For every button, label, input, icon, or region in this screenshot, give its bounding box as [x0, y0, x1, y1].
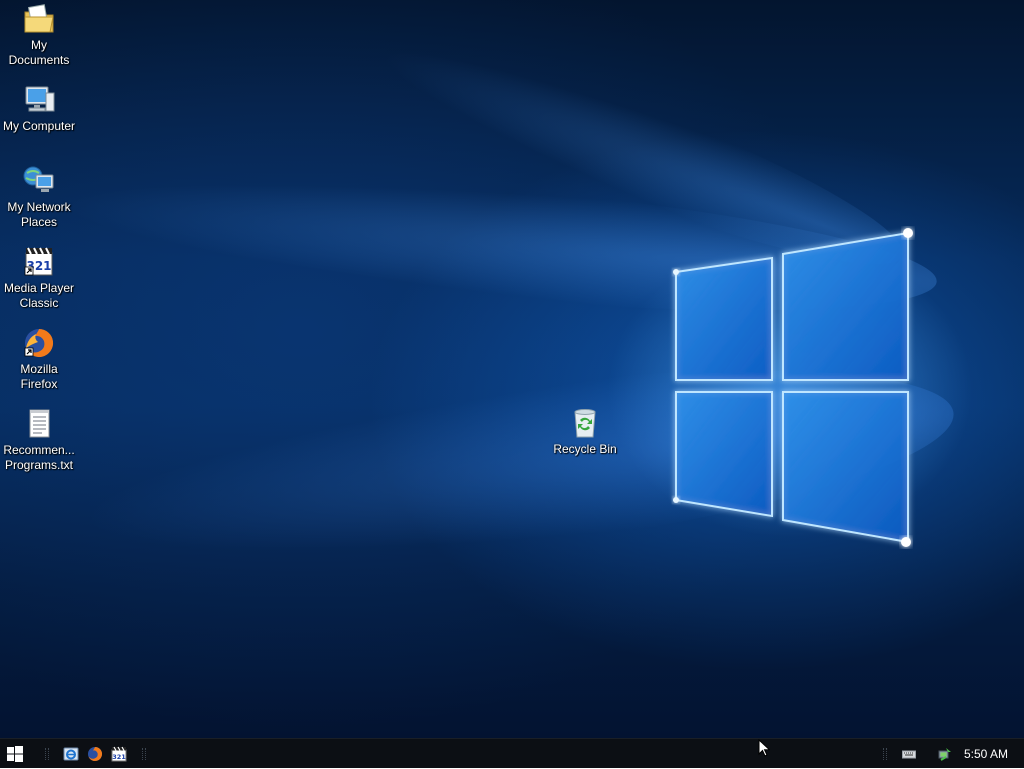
start-button[interactable]	[0, 739, 30, 769]
toolbar-grip[interactable]	[45, 748, 49, 760]
tray-network[interactable]	[935, 739, 955, 769]
desktop-icon-label: My Network Places	[7, 200, 71, 229]
tray-keyboard[interactable]	[899, 739, 919, 769]
text-file-icon	[29, 409, 50, 438]
desktop-icon-media-player-classic[interactable]: 321 Media Player Classic	[0, 245, 78, 311]
firefox-icon	[24, 328, 54, 357]
desktop-icon-recycle-bin[interactable]: Recycle Bin	[546, 406, 624, 457]
desktop-icon-my-network-places[interactable]: My Network Places	[0, 164, 78, 230]
tray-grip[interactable]	[883, 748, 887, 760]
recycle-bin-icon	[574, 409, 596, 438]
desktop-icon-recommended-programs[interactable]: Recommen... Programs.txt	[0, 407, 78, 473]
mouse-cursor-icon	[758, 739, 770, 757]
computer-icon	[25, 86, 55, 112]
windows-start-icon	[7, 746, 23, 762]
keyboard-icon	[902, 750, 916, 759]
desktop-icon-label: Recycle Bin	[553, 442, 617, 456]
network-tray-icon	[938, 748, 951, 761]
network-places-icon	[23, 166, 54, 192]
desktop-background: My Documents My Computer My Network Plac…	[0, 0, 1024, 738]
desktop-icon-label: Recommen... Programs.txt	[3, 443, 75, 472]
media-player-classic-icon: 321	[24, 247, 53, 276]
desktop-icon-label: My Documents	[8, 38, 70, 67]
desktop-icon-label: My Computer	[2, 119, 76, 133]
desktop-icon-label: Media Player Classic	[3, 281, 75, 310]
ie-icon	[63, 747, 79, 761]
quick-launch-media-player-classic[interactable]: 321	[109, 739, 129, 769]
taskbar: 321 5:50 AM	[0, 738, 1024, 768]
svg-text:321: 321	[112, 753, 126, 761]
folder-documents-icon	[24, 4, 54, 33]
clock-time: 5:50 AM	[963, 747, 1009, 761]
quick-launch-internet-explorer[interactable]	[61, 739, 81, 769]
windows-logo-wallpaper	[673, 228, 913, 547]
tray-clock[interactable]: 5:50 AM	[958, 739, 1014, 769]
desktop-icon-label: Mozilla Firefox	[20, 362, 58, 391]
toolbar-grip[interactable]	[142, 748, 146, 760]
desktop-icon-my-computer[interactable]: My Computer	[0, 83, 78, 134]
media-player-classic-icon: 321	[111, 746, 127, 762]
quick-launch-firefox[interactable]	[85, 739, 105, 769]
desktop-icon-mozilla-firefox[interactable]: Mozilla Firefox	[0, 326, 78, 392]
firefox-icon	[88, 746, 103, 761]
desktop-icon-my-documents[interactable]: My Documents	[0, 2, 78, 68]
